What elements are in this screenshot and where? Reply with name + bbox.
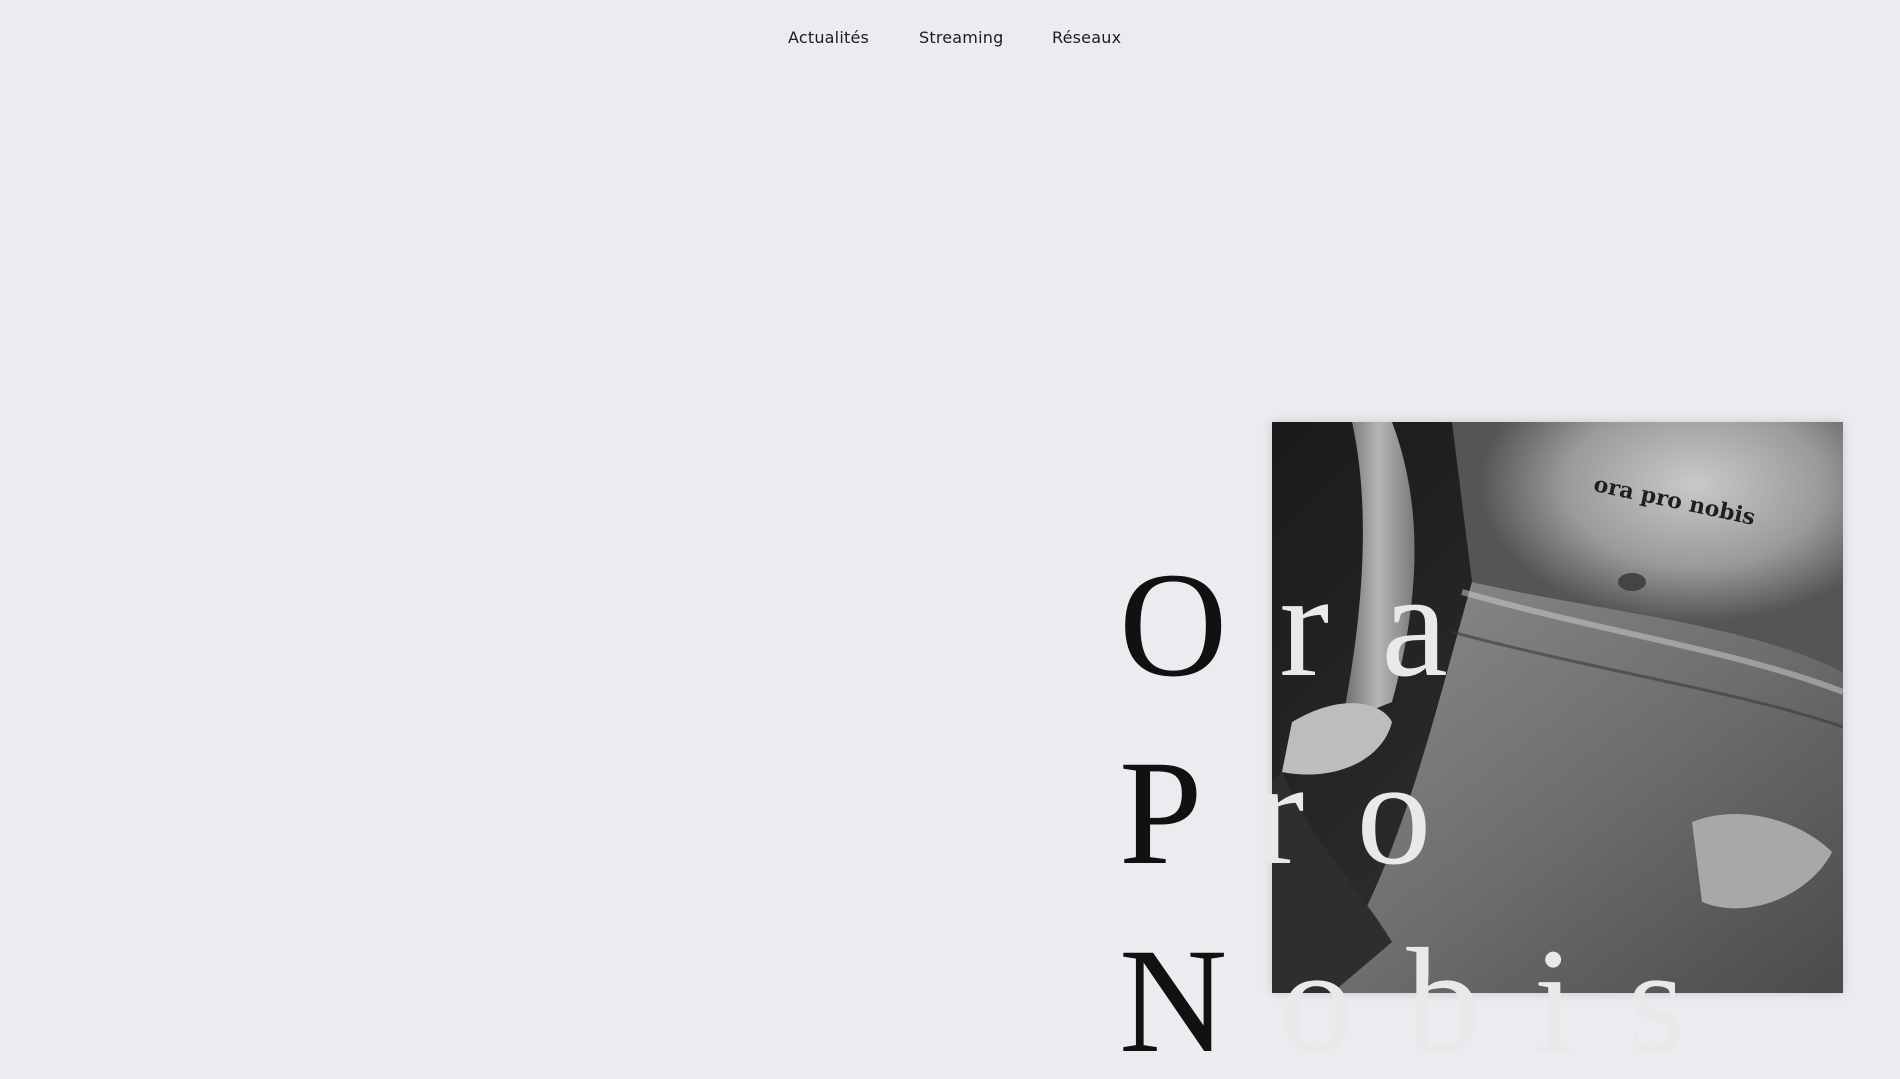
- hero-title-line-3: Nobis: [1044, 776, 1737, 1076]
- main-nav: Actualités Streaming Réseaux: [0, 28, 1900, 52]
- title-glyph: o: [1279, 918, 1355, 1079]
- title-glyph: s: [1627, 918, 1686, 1079]
- title-glyph: b: [1406, 918, 1482, 1079]
- nav-link-streaming[interactable]: Streaming: [919, 28, 1003, 47]
- title-glyph: N: [1119, 918, 1228, 1079]
- nav-link-actualites[interactable]: Actualités: [788, 28, 869, 47]
- title-glyph: i: [1533, 918, 1576, 1079]
- nav-link-reseaux[interactable]: Réseaux: [1052, 28, 1121, 47]
- hero-title-nobis: Nobis: [1119, 918, 1737, 1079]
